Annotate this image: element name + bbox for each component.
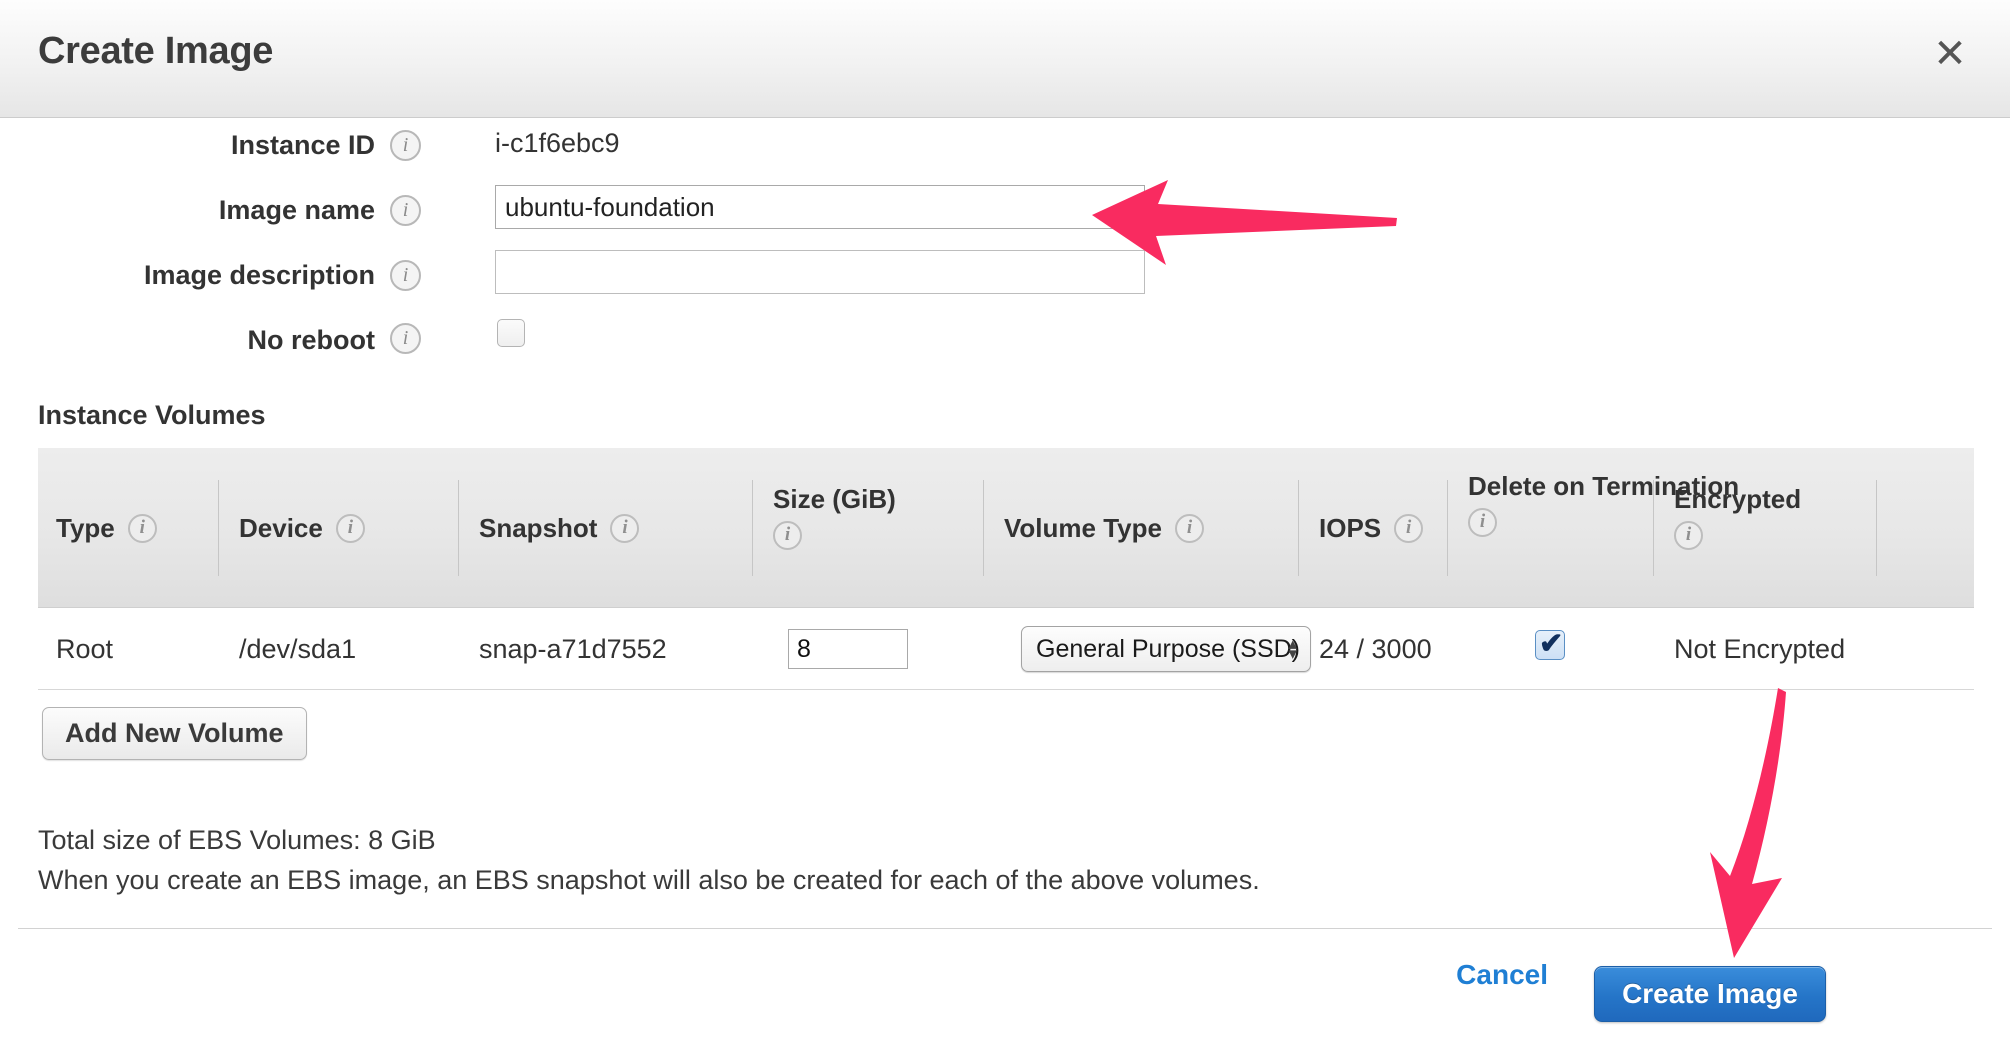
total-size-note: Total size of EBS Volumes: 8 GiB xyxy=(38,825,436,855)
info-icon-encrypted[interactable]: i xyxy=(1674,520,1703,550)
info-icon-no-reboot[interactable]: i xyxy=(390,323,421,354)
no-reboot-checkbox[interactable] xyxy=(497,319,525,347)
cancel-button[interactable]: Cancel xyxy=(1456,959,1548,991)
column-divider xyxy=(1298,480,1299,576)
info-icon-image-name[interactable]: i xyxy=(390,195,421,226)
form-row-no-reboot: No reboot i xyxy=(0,313,2010,378)
info-icon-snapshot[interactable]: i xyxy=(610,513,640,543)
chevron-updown-icon: ▴ ▾ xyxy=(1288,633,1297,663)
column-header-volume-type[interactable]: Volume Type i xyxy=(986,448,1204,608)
info-icon-size[interactable]: i xyxy=(773,520,802,550)
column-header-encrypted[interactable]: Encrypted i xyxy=(1656,448,1801,608)
volumes-table-header: Type i Device i Snapshot i Size (GiB) i … xyxy=(38,448,1974,608)
info-icon-device[interactable]: i xyxy=(335,513,365,543)
cell-device: /dev/sda1 xyxy=(239,633,357,664)
table-row: Root /dev/sda1 snap-a71d7552 General Pur… xyxy=(38,608,1974,690)
column-header-snapshot[interactable]: Snapshot i xyxy=(461,448,640,608)
dialog-title: Create Image xyxy=(38,30,274,72)
info-icon-delete-on-termination[interactable]: i xyxy=(1468,507,1497,537)
image-name-label: Image name xyxy=(218,195,375,225)
delete-on-termination-checkbox[interactable] xyxy=(1535,626,1565,661)
create-image-dialog: Create Image ✕ Instance ID i i-c1f6ebc9 … xyxy=(0,0,2010,1042)
column-divider xyxy=(1876,480,1877,576)
info-icon-iops[interactable]: i xyxy=(1394,513,1424,543)
instance-volumes-table: Type i Device i Snapshot i Size (GiB) i … xyxy=(38,448,1974,690)
add-new-volume-button[interactable]: Add New Volume xyxy=(42,707,307,760)
cell-type: Root xyxy=(56,633,114,664)
cell-encrypted: Not Encrypted xyxy=(1674,633,1846,664)
column-divider xyxy=(752,480,753,576)
column-header-size[interactable]: Size (GiB) i xyxy=(755,448,896,608)
image-description-input[interactable] xyxy=(495,250,1145,294)
column-header-type[interactable]: Type i xyxy=(38,448,157,608)
column-header-iops[interactable]: IOPS i xyxy=(1301,448,1424,608)
footer-divider xyxy=(18,928,1992,929)
instance-id-value: i-c1f6ebc9 xyxy=(495,128,620,158)
column-divider xyxy=(1447,480,1448,576)
create-image-button[interactable]: Create Image xyxy=(1594,966,1826,1022)
form-row-image-name: Image name i xyxy=(0,183,2010,248)
column-divider xyxy=(458,480,459,576)
image-form: Instance ID i i-c1f6ebc9 Image name i Im… xyxy=(0,118,2010,378)
info-icon-volume-type[interactable]: i xyxy=(1174,513,1204,543)
form-row-instance-id: Instance ID i i-c1f6ebc9 xyxy=(0,118,2010,183)
column-divider xyxy=(983,480,984,576)
no-reboot-label: No reboot xyxy=(247,325,376,355)
volume-type-selected-value: General Purpose (SSD) xyxy=(1036,634,1301,663)
column-divider xyxy=(218,480,219,576)
arrow-pointing-down-at-create-image-button xyxy=(1710,688,1786,958)
instance-id-label: Instance ID xyxy=(230,130,375,160)
image-name-input[interactable] xyxy=(495,185,1145,229)
form-row-image-description: Image description i xyxy=(0,248,2010,313)
volume-type-select[interactable]: General Purpose (SSD) ▴ ▾ xyxy=(1021,626,1311,672)
close-icon[interactable]: ✕ xyxy=(1924,28,1976,80)
dialog-titlebar: Create Image ✕ xyxy=(0,0,2010,118)
cell-iops: 24 / 3000 xyxy=(1319,633,1432,664)
snapshot-note: When you create an EBS image, an EBS sna… xyxy=(38,865,1260,895)
image-description-label: Image description xyxy=(143,260,375,290)
column-header-device[interactable]: Device i xyxy=(221,448,365,608)
cell-snapshot: snap-a71d7552 xyxy=(479,633,667,664)
info-icon-image-description[interactable]: i xyxy=(390,260,421,291)
info-icon-instance-id[interactable]: i xyxy=(390,130,421,161)
volume-size-input[interactable] xyxy=(788,629,908,669)
info-icon-type[interactable]: i xyxy=(127,513,157,543)
instance-volumes-heading: Instance Volumes xyxy=(38,400,266,430)
column-divider xyxy=(1653,480,1654,576)
